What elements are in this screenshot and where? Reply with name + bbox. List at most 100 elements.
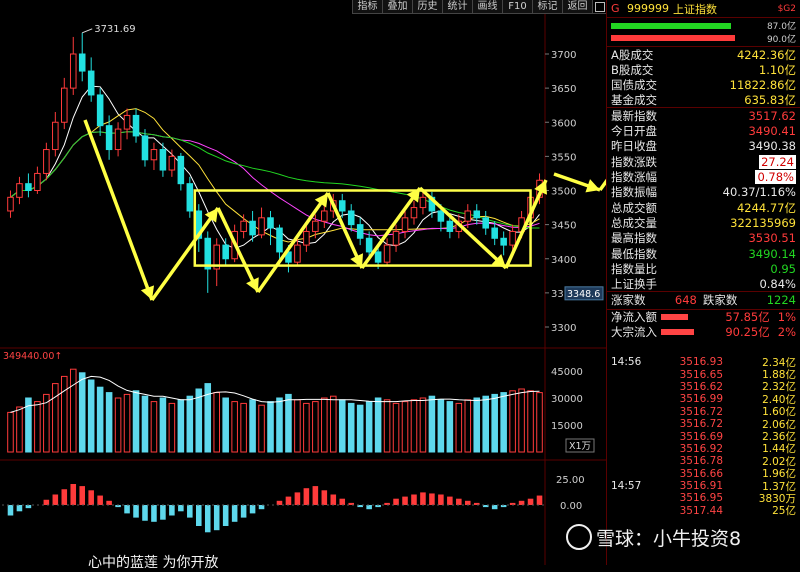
macd-bar-positive (438, 494, 444, 505)
macd-bar-negative (16, 505, 23, 512)
candle-down (267, 217, 274, 229)
candle-up (303, 230, 310, 246)
quote-row-index-amplitude: 指数振幅 40.37/1.16% (607, 185, 800, 200)
watermark-text: 雪球：小牛投资8 (596, 528, 742, 550)
quote-value: 3530.51 (748, 231, 796, 246)
quote-row-highest-index: 最高指数 3530.51 (607, 231, 800, 246)
flow-pct: 1% (777, 310, 796, 325)
candle-up (16, 183, 23, 198)
volume-bar (312, 401, 319, 453)
quote-value: 1.10亿 (758, 62, 796, 77)
macd-bar-negative (133, 505, 139, 518)
statistics-button[interactable]: 统计 (442, 0, 472, 14)
candle-down (78, 53, 86, 72)
trend-arrow-up-2 (256, 191, 330, 294)
volume-bar (536, 392, 543, 453)
volume-tick-label: 45000 (551, 367, 583, 378)
volume-bar (365, 401, 373, 453)
macd-bar-positive (312, 486, 319, 505)
macd-bar-negative (160, 505, 166, 520)
overlay-button[interactable]: 叠加 (382, 0, 412, 14)
volume-bar (419, 397, 427, 453)
tick-list[interactable]: 14:56 3516.93 2.34亿 3516.65 1.88亿 3516.62 2.32… (607, 356, 800, 517)
quote-value: 11822.86亿 (729, 78, 796, 93)
high-pointer (82, 28, 93, 34)
volume-bar (114, 397, 122, 453)
candle-up (509, 230, 516, 246)
quote-label: 今日开盘 (611, 124, 657, 139)
volume-bar (527, 390, 534, 453)
volume-bar (518, 388, 525, 453)
volume-bar (455, 402, 463, 453)
macd-bar-negative (213, 505, 220, 531)
volume-bar (195, 388, 203, 453)
quote-panel: G 999999 上证指数 $G2 87.0亿 90.0亿 A股成交 4242.3… (606, 0, 800, 565)
candle-up (258, 217, 265, 236)
volume-bar (464, 399, 472, 453)
history-button[interactable]: 历史 (412, 0, 442, 14)
quote-row-a-share-turnover: A股成交 4242.36亿 (607, 47, 800, 62)
quote-label: 最新指数 (611, 108, 657, 123)
flow-row: 大宗流入 90.25亿 2% (607, 325, 800, 340)
macd-bar-positive (330, 494, 337, 505)
decline-count: 1224 (766, 293, 796, 308)
kline-chart[interactable]: 3700365036003550350034503400335033003731… (0, 0, 606, 565)
macd-bar-negative (151, 505, 157, 522)
volume-bar (446, 401, 454, 453)
watermark: 雪球：小牛投资8 (566, 524, 741, 551)
volume-bar (303, 402, 310, 453)
candle-down (338, 200, 346, 212)
back-button[interactable]: 返回 (562, 0, 592, 14)
tick-price: 3516.65 (679, 368, 723, 381)
volume-bar (383, 399, 391, 453)
candle-down (222, 244, 229, 260)
volume-bar (168, 402, 176, 453)
tick-price: 3516.69 (679, 430, 723, 443)
maximize-icon[interactable] (592, 0, 607, 14)
candle-up (392, 230, 400, 246)
candle-up (294, 244, 301, 263)
volume-bar (321, 397, 328, 453)
price-tick-label: 3450 (551, 221, 576, 232)
macd-bar-positive (429, 493, 435, 505)
candle-up (168, 155, 176, 171)
quote-label: 国债成交 (611, 78, 657, 93)
macd-bar-positive (88, 490, 94, 505)
quote-row-latest-index: 最新指数 3517.62 (607, 108, 800, 123)
volume-bar (401, 401, 409, 453)
ma40-line (10, 131, 540, 229)
tick-price: 3516.91 (679, 480, 723, 493)
volume-bar (356, 404, 364, 453)
bottom-caption: 心中的蓝莲 为你开放 (88, 555, 219, 571)
quote-value: 0.78% (755, 170, 796, 185)
candle-up (419, 196, 427, 209)
volume-tick-label: 15000 (551, 421, 583, 432)
mark-button[interactable]: 标记 (532, 0, 562, 14)
candle-down (437, 210, 445, 222)
volume-bar (249, 399, 256, 453)
quote-label: 指数涨跌 (611, 154, 657, 169)
f10-button[interactable]: F10 (502, 0, 532, 14)
buy-sell-bars: 87.0亿 90.0亿 (607, 18, 800, 47)
candle-up (69, 53, 77, 89)
macd-bar-positive (294, 492, 301, 505)
tick-price: 3516.66 (679, 467, 723, 480)
low-price-label: 3348.6 (567, 289, 600, 300)
macd-bar-negative (240, 505, 247, 518)
indicator-button[interactable]: 指标 (352, 0, 382, 14)
quote-value: 4244.77亿 (736, 200, 796, 215)
volume-indicator-label: 349440.00↑ (3, 351, 62, 362)
quote-label: 指数涨幅 (611, 170, 657, 185)
price-tick-label: 3700 (551, 50, 576, 61)
candle-up (312, 220, 319, 232)
macd-bar-positive (321, 490, 328, 505)
macd-bar-negative (196, 505, 202, 526)
draw-line-button[interactable]: 画线 (472, 0, 502, 14)
quote-value: 0.84% (759, 276, 796, 291)
group-tag[interactable]: $G2 (778, 4, 796, 14)
macd-bar-negative (187, 505, 193, 518)
chart-toolbar: 指标 叠加 历史 统计 画线 F10 标记 返回 (352, 0, 607, 14)
quote-row-turnover-rate: 上证换手 0.84% (607, 276, 800, 292)
volume-bar (132, 390, 140, 453)
quote-value: 0.95 (770, 261, 796, 276)
